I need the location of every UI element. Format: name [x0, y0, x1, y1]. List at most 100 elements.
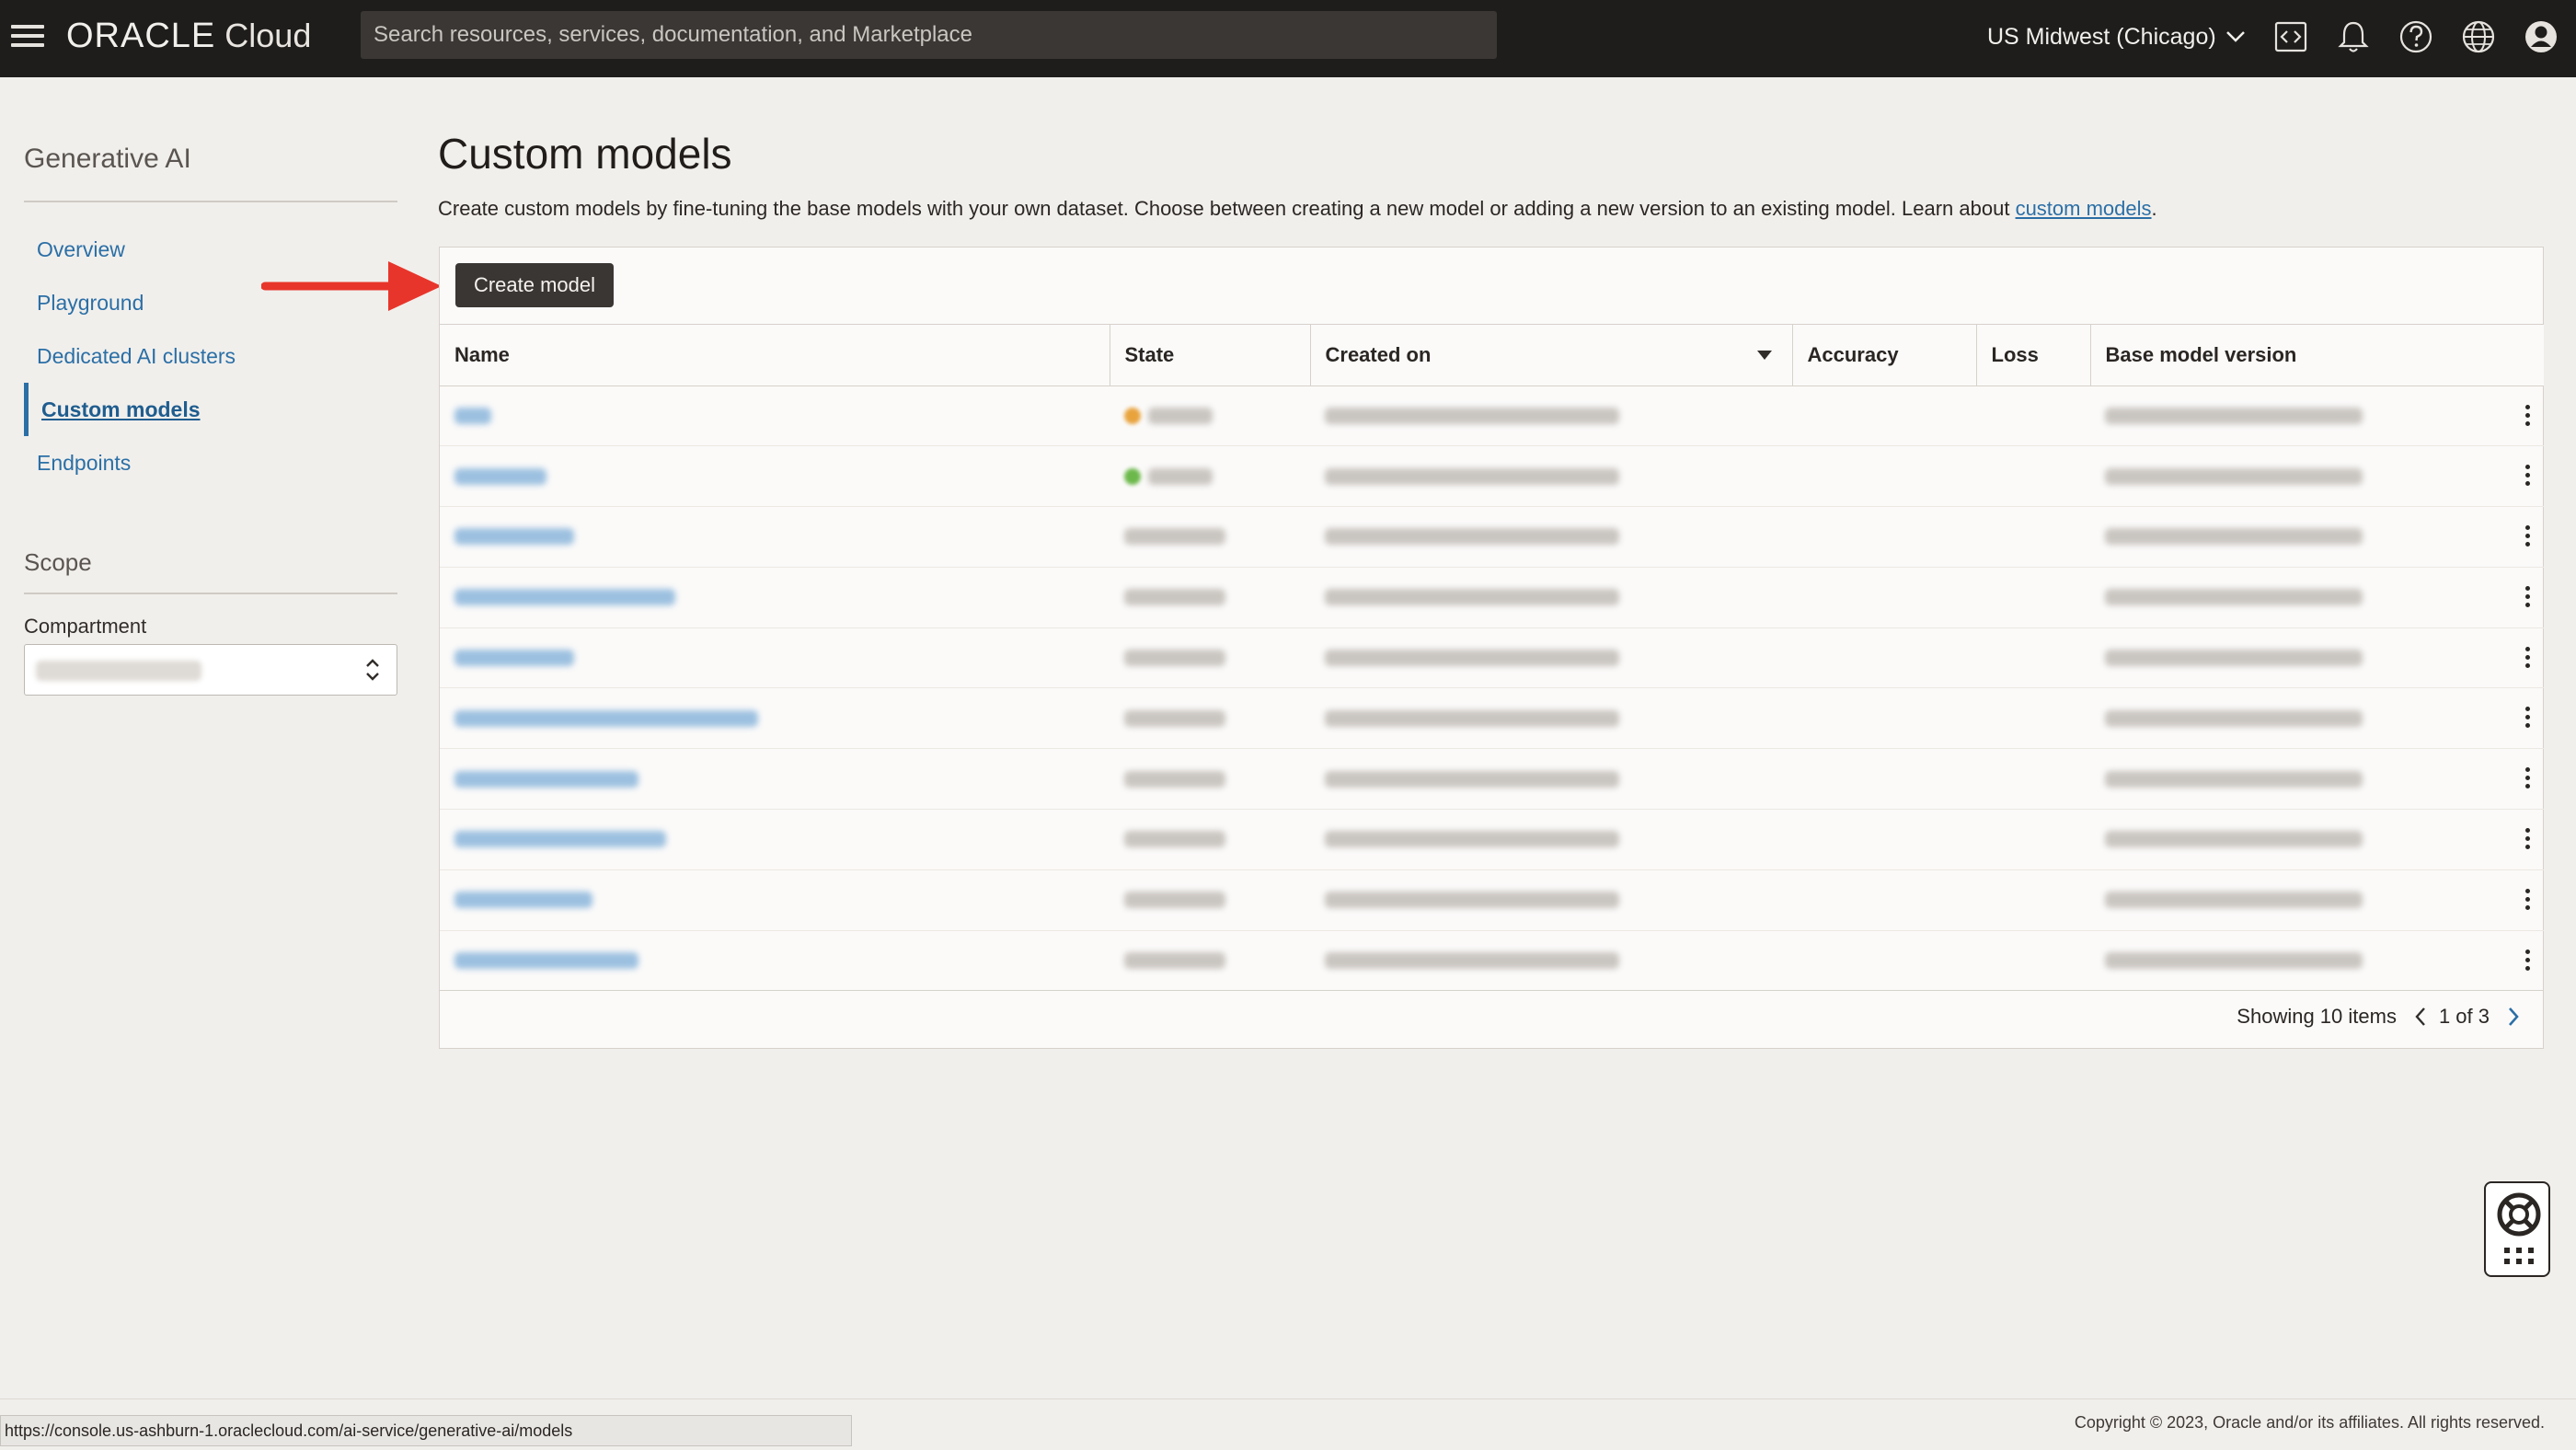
sidebar-divider [24, 201, 397, 202]
state-text-redacted [1124, 528, 1225, 546]
custom-models-table: Name State Created on Accuracy Loss Base… [440, 325, 2544, 992]
column-header-created-on[interactable]: Created on [1310, 325, 1793, 386]
state-text-redacted [1124, 649, 1225, 666]
cell-created-on [1310, 930, 1792, 992]
sidebar-item-dedicated-ai-clusters[interactable]: Dedicated AI clusters [24, 329, 397, 383]
code-editor-icon[interactable] [2271, 17, 2311, 57]
cell-name [440, 567, 1110, 628]
model-name-link-redacted[interactable] [454, 892, 592, 909]
description-end: . [2151, 197, 2157, 220]
help-widget[interactable] [2484, 1181, 2550, 1277]
scope-divider [24, 593, 397, 594]
created-on-text-redacted [1325, 951, 1619, 969]
model-name-link-redacted[interactable] [454, 709, 758, 727]
row-actions-kebab-icon[interactable] [2518, 949, 2536, 973]
cell-base-model-version [2090, 445, 2544, 508]
row-actions-kebab-icon[interactable] [2518, 767, 2536, 791]
model-name-link-redacted[interactable] [454, 407, 491, 424]
cell-created-on [1310, 445, 1792, 508]
brand-sub: Cloud [224, 17, 312, 54]
sidebar-title: Generative AI [24, 144, 191, 174]
cell-accuracy [1792, 748, 1976, 811]
model-name-link-redacted[interactable] [454, 770, 638, 788]
custom-models-panel: Create model Name State Created on Accur… [439, 247, 2544, 1049]
row-actions-kebab-icon[interactable] [2518, 707, 2536, 731]
copyright-text: Copyright © 2023, Oracle and/or its affi… [2074, 1413, 2545, 1432]
cell-name [440, 506, 1110, 568]
cell-base-model-version [2090, 506, 2544, 568]
sidebar-item-endpoints[interactable]: Endpoints [24, 436, 397, 489]
cell-base-model-version [2090, 748, 2544, 811]
menu-icon[interactable] [11, 20, 44, 53]
help-icon[interactable] [2396, 17, 2436, 57]
cell-loss [1976, 930, 2090, 992]
annotation-arrow-icon [261, 261, 442, 311]
next-page-icon[interactable] [2502, 1004, 2524, 1030]
create-model-button[interactable]: Create model [455, 263, 614, 307]
table-row [440, 869, 2544, 931]
page-description: Create custom models by fine-tuning the … [438, 197, 2157, 221]
cell-base-model-version [2090, 809, 2544, 870]
row-actions-kebab-icon[interactable] [2518, 646, 2536, 671]
column-header-loss[interactable]: Loss [1976, 325, 2091, 386]
footer-divider [0, 1398, 2576, 1399]
globe-icon[interactable] [2458, 17, 2499, 57]
model-name-link-redacted[interactable] [454, 528, 574, 546]
model-name-link-redacted[interactable] [454, 467, 546, 485]
region-selector[interactable]: US Midwest (Chicago) [1987, 18, 2246, 55]
created-on-text-redacted [1325, 589, 1619, 606]
column-header-accuracy[interactable]: Accuracy [1792, 325, 1977, 386]
cell-base-model-version [2090, 687, 2544, 750]
column-header-name[interactable]: Name [440, 325, 1110, 386]
bell-icon[interactable] [2333, 17, 2374, 57]
created-on-text-redacted [1325, 892, 1619, 909]
cell-state [1110, 687, 1310, 750]
row-actions-kebab-icon[interactable] [2518, 888, 2536, 913]
previous-page-icon[interactable] [2409, 1004, 2432, 1030]
model-name-link-redacted[interactable] [454, 831, 666, 848]
created-on-text-redacted [1325, 831, 1619, 848]
page-title: Custom models [438, 130, 732, 178]
cell-accuracy [1792, 445, 1976, 508]
row-actions-kebab-icon[interactable] [2518, 525, 2536, 549]
cell-accuracy [1792, 627, 1976, 689]
row-actions-kebab-icon[interactable] [2518, 404, 2536, 429]
row-actions-kebab-icon[interactable] [2518, 465, 2536, 489]
base-model-text-redacted [2105, 892, 2363, 909]
base-model-text-redacted [2105, 649, 2363, 666]
table-row [440, 687, 2544, 750]
oracle-cloud-logo[interactable]: ORACLE Cloud [66, 17, 311, 61]
cell-loss [1976, 386, 2090, 447]
cell-accuracy [1792, 809, 1976, 870]
cell-name [440, 869, 1110, 931]
base-model-text-redacted [2105, 951, 2363, 969]
state-indicator-icon [1124, 407, 1141, 424]
custom-models-link[interactable]: custom models [2016, 197, 2152, 220]
table-body [440, 386, 2544, 992]
model-name-link-redacted[interactable] [454, 589, 675, 606]
cell-base-model-version [2090, 567, 2544, 628]
cell-name [440, 445, 1110, 508]
sidebar-item-custom-models[interactable]: Custom models [24, 383, 397, 436]
column-header-base-model-version[interactable]: Base model version [2090, 325, 2544, 386]
state-text-redacted [1124, 709, 1225, 727]
global-search-input[interactable] [361, 11, 1497, 59]
cell-loss [1976, 869, 2090, 931]
apps-grid-icon [2504, 1248, 2534, 1264]
user-profile-icon[interactable] [2521, 17, 2561, 57]
row-actions-kebab-icon[interactable] [2518, 828, 2536, 852]
compartment-select[interactable] [24, 644, 397, 696]
chevron-down-icon [2225, 31, 2245, 42]
description-text: Create custom models by fine-tuning the … [438, 197, 2016, 220]
cell-name [440, 687, 1110, 750]
model-name-link-redacted[interactable] [454, 951, 638, 969]
state-text-redacted [1124, 770, 1225, 788]
column-header-state[interactable]: State [1110, 325, 1311, 386]
table-row [440, 809, 2544, 870]
pagination: Showing 10 items 1 of 3 [2237, 1004, 2524, 1030]
cell-loss [1976, 567, 2090, 628]
row-actions-kebab-icon[interactable] [2518, 585, 2536, 610]
table-row [440, 930, 2544, 992]
model-name-link-redacted[interactable] [454, 649, 574, 666]
sort-descending-icon[interactable] [1756, 351, 1772, 360]
